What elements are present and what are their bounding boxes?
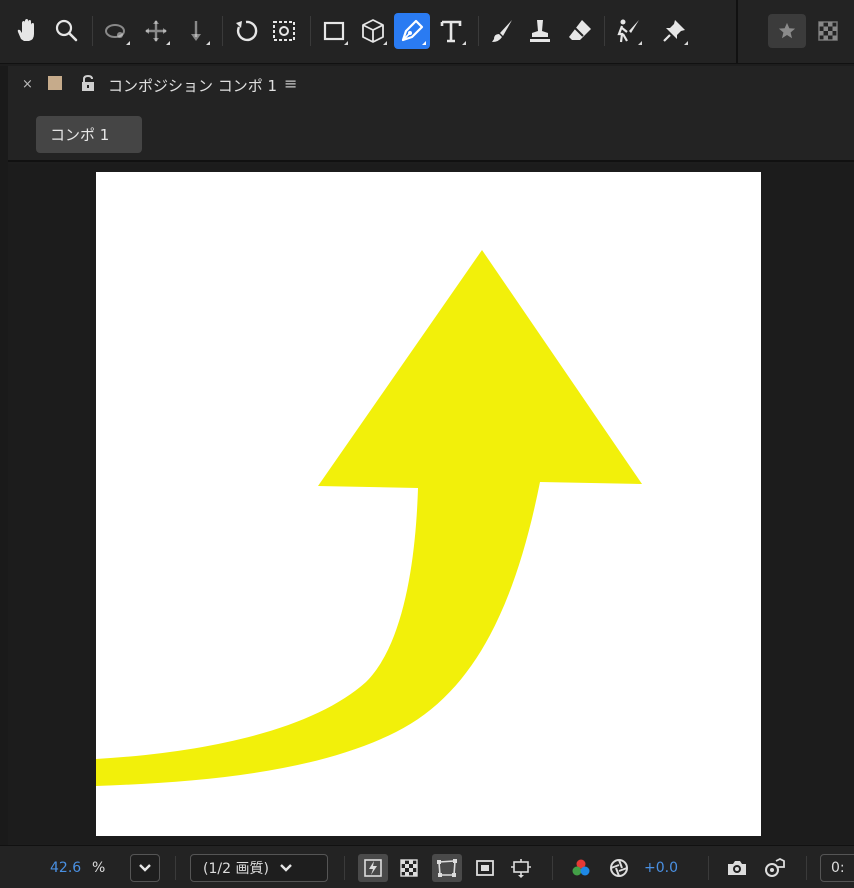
transparency-grid-toggle[interactable] — [810, 13, 846, 49]
pan-camera-tool[interactable] — [138, 13, 174, 49]
footer-separator — [552, 856, 553, 880]
checkerboard-icon — [400, 859, 418, 877]
lightning-icon — [364, 859, 382, 877]
toolbar-separator — [310, 16, 311, 46]
grid-guide-options-button[interactable] — [506, 854, 536, 882]
current-time-field[interactable]: 0: — [820, 854, 854, 882]
zoom-unit: % — [92, 860, 106, 876]
roto-brush-tool[interactable] — [610, 13, 646, 49]
show-snapshot-button[interactable] — [760, 854, 790, 882]
checkerboard-icon — [818, 21, 838, 41]
toolbar-separator — [222, 16, 223, 46]
footer-separator — [806, 856, 807, 880]
zoom-tool[interactable] — [48, 13, 84, 49]
channel-button[interactable] — [566, 854, 596, 882]
pan-behind-tool[interactable] — [266, 13, 302, 49]
footer-separator — [708, 856, 709, 880]
region-of-interest-button[interactable] — [470, 854, 500, 882]
transparency-grid-button[interactable] — [394, 854, 424, 882]
exposure-value[interactable]: +0.0 — [644, 860, 678, 876]
magnifier-icon — [55, 19, 78, 42]
close-panel-button[interactable]: × — [22, 77, 33, 92]
brush-icon — [492, 20, 512, 42]
flyout-indicator — [206, 41, 210, 45]
flyout-indicator — [638, 41, 642, 45]
stamp-icon — [530, 20, 550, 42]
chevron-down-icon — [139, 864, 151, 872]
grid-icon — [511, 859, 531, 878]
rotation-tool[interactable] — [228, 13, 264, 49]
zoom-dropdown-button[interactable] — [130, 854, 160, 882]
anchor-icon — [273, 21, 295, 41]
panel-title: コンポジション コンポ 1 — [108, 77, 278, 95]
comp-tab-row: コンポ 1 — [8, 106, 854, 162]
mask-icon — [437, 859, 457, 877]
arrow-shape-layer[interactable] — [96, 172, 761, 836]
region-icon — [476, 860, 494, 876]
pen-tool[interactable] — [394, 13, 430, 49]
toolbar-separator — [478, 16, 479, 46]
flyout-indicator — [422, 41, 426, 45]
flyout-indicator — [684, 41, 688, 45]
chevron-down-icon — [280, 864, 292, 872]
label-color-swatch[interactable] — [48, 76, 62, 90]
show-snapshot-icon — [765, 857, 785, 877]
camera-icon — [728, 861, 746, 875]
composition-panel-header: × コンポジション コンポ 1 ≡ — [8, 66, 854, 106]
mask-path-visibility-button[interactable] — [432, 854, 462, 882]
puppet-pin-tool[interactable] — [656, 13, 692, 49]
flyout-indicator — [383, 41, 387, 45]
left-gutter — [0, 66, 8, 888]
flyout-indicator — [462, 41, 466, 45]
star-icon — [778, 22, 796, 39]
resolution-dropdown[interactable]: (1/2 画質) — [190, 854, 328, 882]
hand-tool[interactable] — [8, 13, 44, 49]
flyout-indicator — [344, 41, 348, 45]
toolbar-separator — [92, 16, 93, 46]
zoom-value[interactable]: 42.6 — [50, 860, 81, 876]
reset-exposure-button[interactable] — [604, 854, 634, 882]
type-tool[interactable] — [434, 13, 470, 49]
composition-canvas[interactable] — [96, 172, 761, 836]
favorite-button[interactable] — [768, 14, 806, 48]
toolbar-divider — [736, 0, 738, 64]
fast-previews-button[interactable] — [358, 854, 388, 882]
footer-separator — [344, 856, 345, 880]
rgb-channels-icon — [572, 859, 590, 876]
resolution-label: (1/2 画質) — [203, 861, 269, 877]
eraser-tool[interactable] — [562, 13, 598, 49]
dolly-tool[interactable] — [178, 13, 214, 49]
panel-menu-icon[interactable]: ≡ — [284, 74, 297, 93]
3d-box-tool[interactable] — [355, 13, 391, 49]
eraser-icon — [569, 20, 591, 40]
aperture-icon — [610, 859, 628, 877]
rotate-icon — [236, 20, 258, 42]
flyout-indicator — [126, 41, 130, 45]
lock-icon[interactable] — [80, 74, 96, 96]
curved-arrow-shape[interactable] — [96, 250, 642, 786]
orbit-tool[interactable] — [98, 13, 134, 49]
toolbar-separator — [604, 16, 605, 46]
viewer-footer: 42.6 % (1/2 画質) +0.0 0: — [0, 845, 854, 888]
rectangle-tool[interactable] — [316, 13, 352, 49]
footer-separator — [175, 856, 176, 880]
clone-stamp-tool[interactable] — [522, 13, 558, 49]
toolbar — [0, 0, 854, 64]
brush-tool[interactable] — [484, 13, 520, 49]
flyout-indicator — [166, 41, 170, 45]
hand-icon — [17, 19, 34, 41]
tab-comp-1[interactable]: コンポ 1 — [36, 116, 142, 153]
snapshot-button[interactable] — [722, 854, 752, 882]
